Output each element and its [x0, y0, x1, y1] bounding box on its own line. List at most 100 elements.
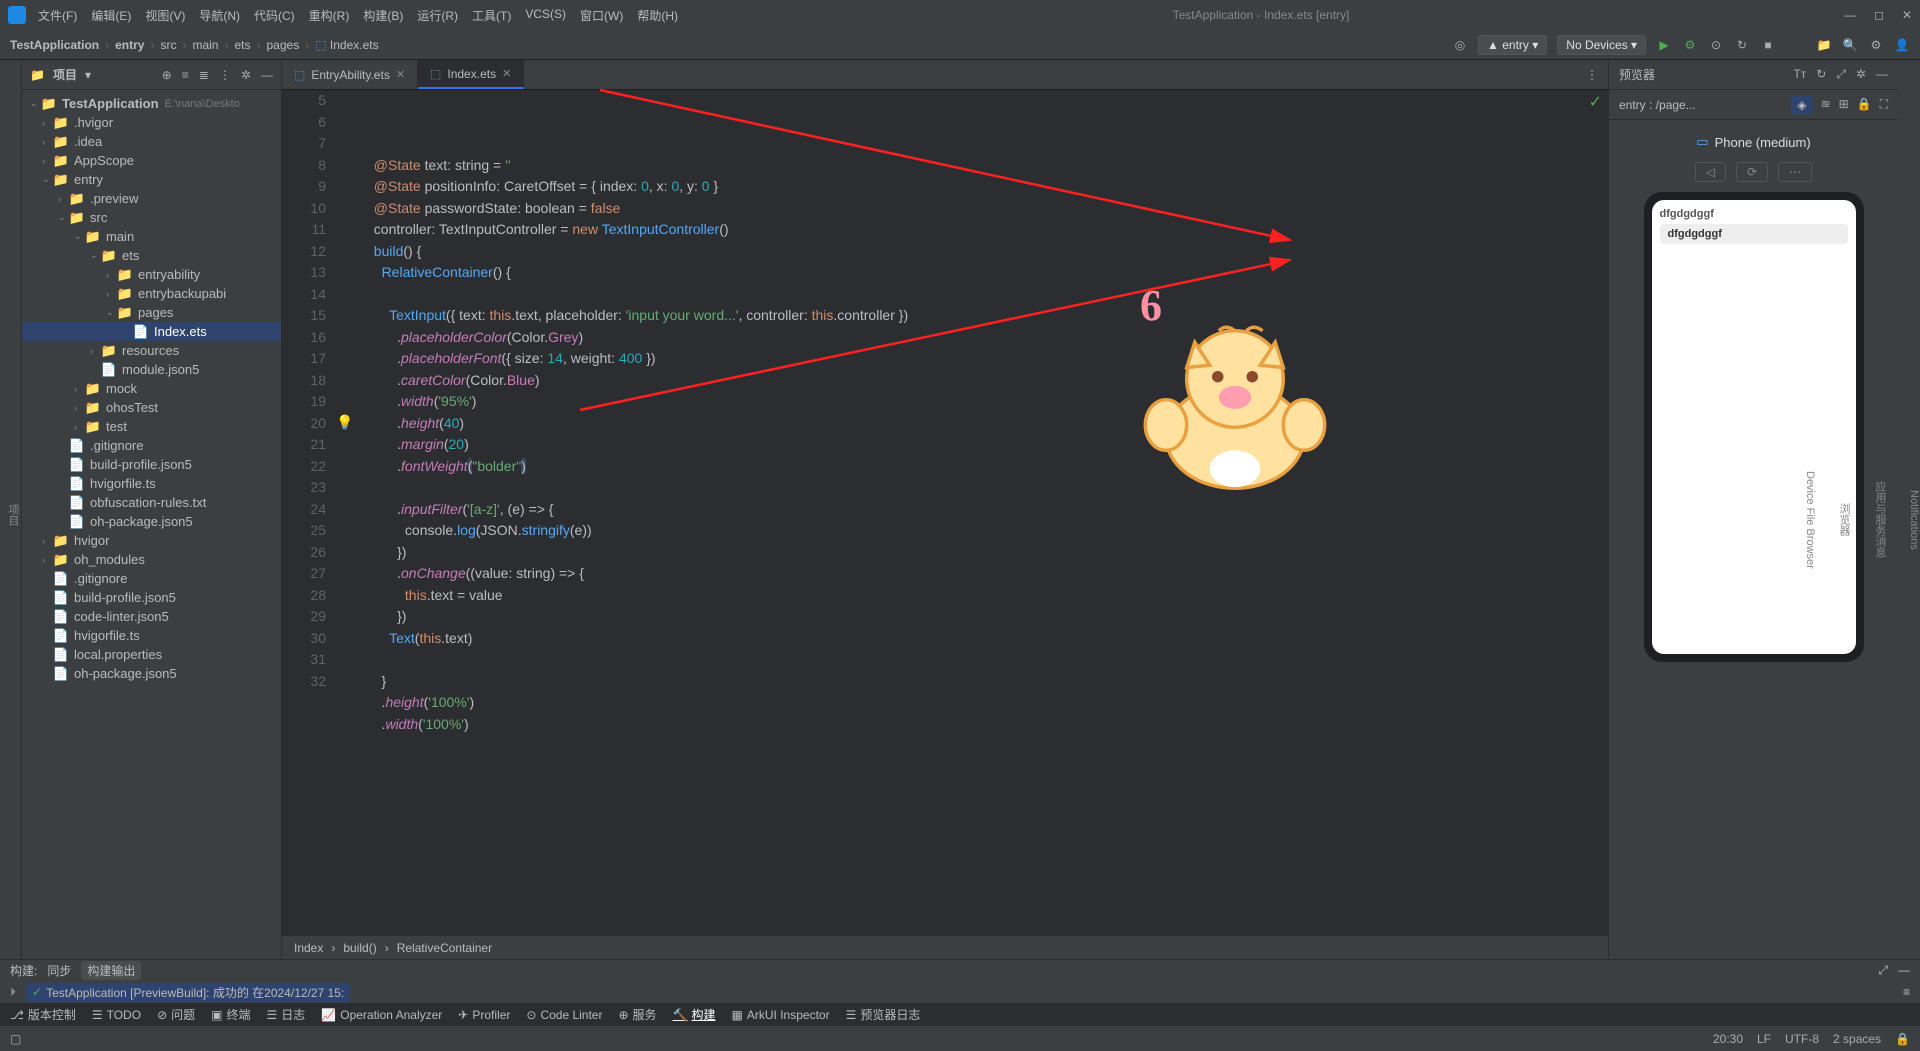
expand-icon[interactable]: ⤢	[1878, 963, 1888, 978]
back-icon[interactable]: ◁	[1695, 162, 1726, 182]
tree-item[interactable]: 📄code-linter.json5	[22, 607, 281, 626]
crop-icon[interactable]: ⛶	[1880, 97, 1888, 112]
tab-menu-icon[interactable]: ⋮	[1576, 68, 1608, 82]
refresh-icon[interactable]: ↻	[1816, 67, 1826, 82]
breadcrumb-item[interactable]: pages	[267, 38, 300, 52]
tree-item[interactable]: ›📁entrybackupabi	[22, 284, 281, 303]
tree-item[interactable]: 📄build-profile.json5	[22, 455, 281, 474]
status-icon[interactable]: ▢	[10, 1032, 21, 1046]
phone-screen[interactable]: dfgdgdggf dfgdgdggf	[1652, 200, 1856, 654]
gutter-messages[interactable]: 应用与服务消息	[1872, 481, 1888, 558]
tool-arkui[interactable]: ▦ ArkUI Inspector	[732, 1008, 830, 1022]
close-icon[interactable]: ✕	[1902, 8, 1912, 22]
tool-profiler[interactable]: ✈ Profiler	[458, 1008, 510, 1022]
tree-item[interactable]: ›📁resources	[22, 341, 281, 360]
menu-icon[interactable]: ≡	[1903, 985, 1910, 999]
menu-help[interactable]: 帮助(H)	[637, 7, 678, 24]
rotate-icon[interactable]: ⟳	[1736, 162, 1768, 182]
tree-item[interactable]: 📄.gitignore	[22, 436, 281, 455]
layers-icon[interactable]: ◈	[1791, 96, 1812, 114]
menu-window[interactable]: 窗口(W)	[580, 7, 623, 24]
bulb-icon[interactable]: 💡	[336, 412, 353, 434]
hide-icon[interactable]: —	[1876, 67, 1888, 82]
tool-build[interactable]: 🔨 构建	[673, 1006, 716, 1023]
collapse-icon[interactable]: ≣	[199, 68, 209, 82]
tree-item[interactable]: ⌄📁entry	[22, 170, 281, 189]
menu-run[interactable]: 运行(R)	[417, 7, 458, 24]
breadcrumb-item[interactable]: ets	[234, 38, 250, 52]
tree-item[interactable]: ›📁oh_modules	[22, 550, 281, 569]
avatar-icon[interactable]: 👤	[1894, 37, 1910, 53]
tool-problems[interactable]: ⊘ 问题	[157, 1006, 195, 1023]
menu-code[interactable]: 代码(C)	[254, 7, 295, 24]
tree-root[interactable]: ⌄📁 TestApplicationE:\nana\Deskto	[22, 94, 281, 113]
tree-item[interactable]: 📄hvigorfile.ts	[22, 626, 281, 645]
coverage-icon[interactable]: ⊙	[1708, 37, 1724, 53]
status-indent[interactable]: 2 spaces	[1833, 1032, 1881, 1046]
text-icon[interactable]: Tᴛ	[1793, 67, 1806, 82]
breadcrumb-item[interactable]: build()	[343, 941, 376, 955]
tool-terminal[interactable]: ▣ 终端	[211, 1006, 250, 1023]
menu-nav[interactable]: 导航(N)	[199, 7, 240, 24]
gear-icon[interactable]: ✲	[1856, 67, 1866, 82]
breadcrumb-item[interactable]: src	[160, 38, 176, 52]
menu-build[interactable]: 构建(B)	[363, 7, 403, 24]
tree-item[interactable]: 📄.gitignore	[22, 569, 281, 588]
gutter-browser[interactable]: 浏览器	[1836, 503, 1852, 536]
minimize-icon[interactable]: —	[1844, 8, 1856, 22]
close-icon[interactable]: ✕	[502, 67, 511, 80]
run-icon[interactable]: ▶	[1656, 37, 1672, 53]
select-opened-icon[interactable]: ⊕	[162, 68, 172, 82]
tree-item[interactable]: 📄module.json5	[22, 360, 281, 379]
debug-icon[interactable]: ⚙	[1682, 37, 1698, 53]
tree-item[interactable]: ›📁.idea	[22, 132, 281, 151]
tree-item[interactable]: ›📁.preview	[22, 189, 281, 208]
build-task[interactable]: ✓TestApplication [PreviewBuild]: 成功的 在20…	[26, 983, 350, 1002]
menu-edit[interactable]: 编辑(E)	[91, 7, 131, 24]
tree-item[interactable]: ›📁mock	[22, 379, 281, 398]
tree-item[interactable]: ⌄📁main	[22, 227, 281, 246]
tool-services[interactable]: ⊕ 服务	[618, 1006, 656, 1023]
target-icon[interactable]: ◎	[1452, 37, 1468, 53]
tree-item[interactable]: 📄hvigorfile.ts	[22, 474, 281, 493]
tree-item[interactable]: 📄build-profile.json5	[22, 588, 281, 607]
status-encoding[interactable]: UTF-8	[1785, 1032, 1819, 1046]
breadcrumb-item[interactable]: RelativeContainer	[397, 941, 492, 955]
tree-item[interactable]: ›📁AppScope	[22, 151, 281, 170]
preview-textinput[interactable]: dfgdgdggf	[1660, 224, 1848, 244]
breadcrumb-item[interactable]: TestApplication	[10, 38, 99, 52]
tree-item[interactable]: 📄obfuscation-rules.txt	[22, 493, 281, 512]
tree-item[interactable]: 📄oh-package.json5	[22, 512, 281, 531]
close-icon[interactable]: ✕	[396, 68, 405, 81]
tool-linter[interactable]: ⊙ Code Linter	[526, 1008, 602, 1022]
menu-file[interactable]: 文件(F)	[38, 7, 77, 24]
settings-icon[interactable]: ✲	[241, 68, 251, 82]
tree-item[interactable]: 📄Index.ets	[22, 322, 281, 341]
lock-icon[interactable]: 🔒	[1895, 1032, 1910, 1046]
tool-log[interactable]: ☰ 日志	[267, 1006, 306, 1023]
device-dropdown[interactable]: No Devices ▾	[1557, 35, 1646, 55]
status-line-ending[interactable]: LF	[1757, 1032, 1771, 1046]
build-output[interactable]: 构建输出	[81, 961, 141, 980]
breadcrumb-item[interactable]: Index	[294, 941, 323, 955]
tree-item[interactable]: ⌄📁pages	[22, 303, 281, 322]
expand-icon[interactable]: ≡	[182, 68, 189, 82]
breadcrumb-item[interactable]: entry	[115, 38, 144, 52]
code-editor[interactable]: 5678910111213141516171819202122232425262…	[282, 90, 1608, 935]
build-sync[interactable]: 同步	[47, 962, 71, 979]
tab-index[interactable]: ⬚Index.ets✕	[418, 60, 524, 89]
tool-preview-log[interactable]: ☰ 预览器日志	[846, 1006, 921, 1023]
gutter-notifications[interactable]: Notifications	[1908, 490, 1920, 550]
stop-icon[interactable]: ■	[1760, 37, 1776, 53]
gutter-device-browser[interactable]: Device File Browser	[1804, 471, 1816, 569]
stack-icon[interactable]: ≋	[1821, 97, 1831, 112]
tree-item[interactable]: ›📁.hvigor	[22, 113, 281, 132]
folder-icon[interactable]: 📁	[1816, 37, 1832, 53]
tree-item[interactable]: ⌄📁src	[22, 208, 281, 227]
module-dropdown[interactable]: ▲ entry ▾	[1478, 35, 1547, 55]
refresh-icon[interactable]: ↻	[1734, 37, 1750, 53]
tree-item[interactable]: ›📁test	[22, 417, 281, 436]
search-icon[interactable]: 🔍	[1842, 37, 1858, 53]
breadcrumb-item[interactable]: main	[192, 38, 218, 52]
grid-icon[interactable]: ⊞	[1839, 97, 1849, 112]
